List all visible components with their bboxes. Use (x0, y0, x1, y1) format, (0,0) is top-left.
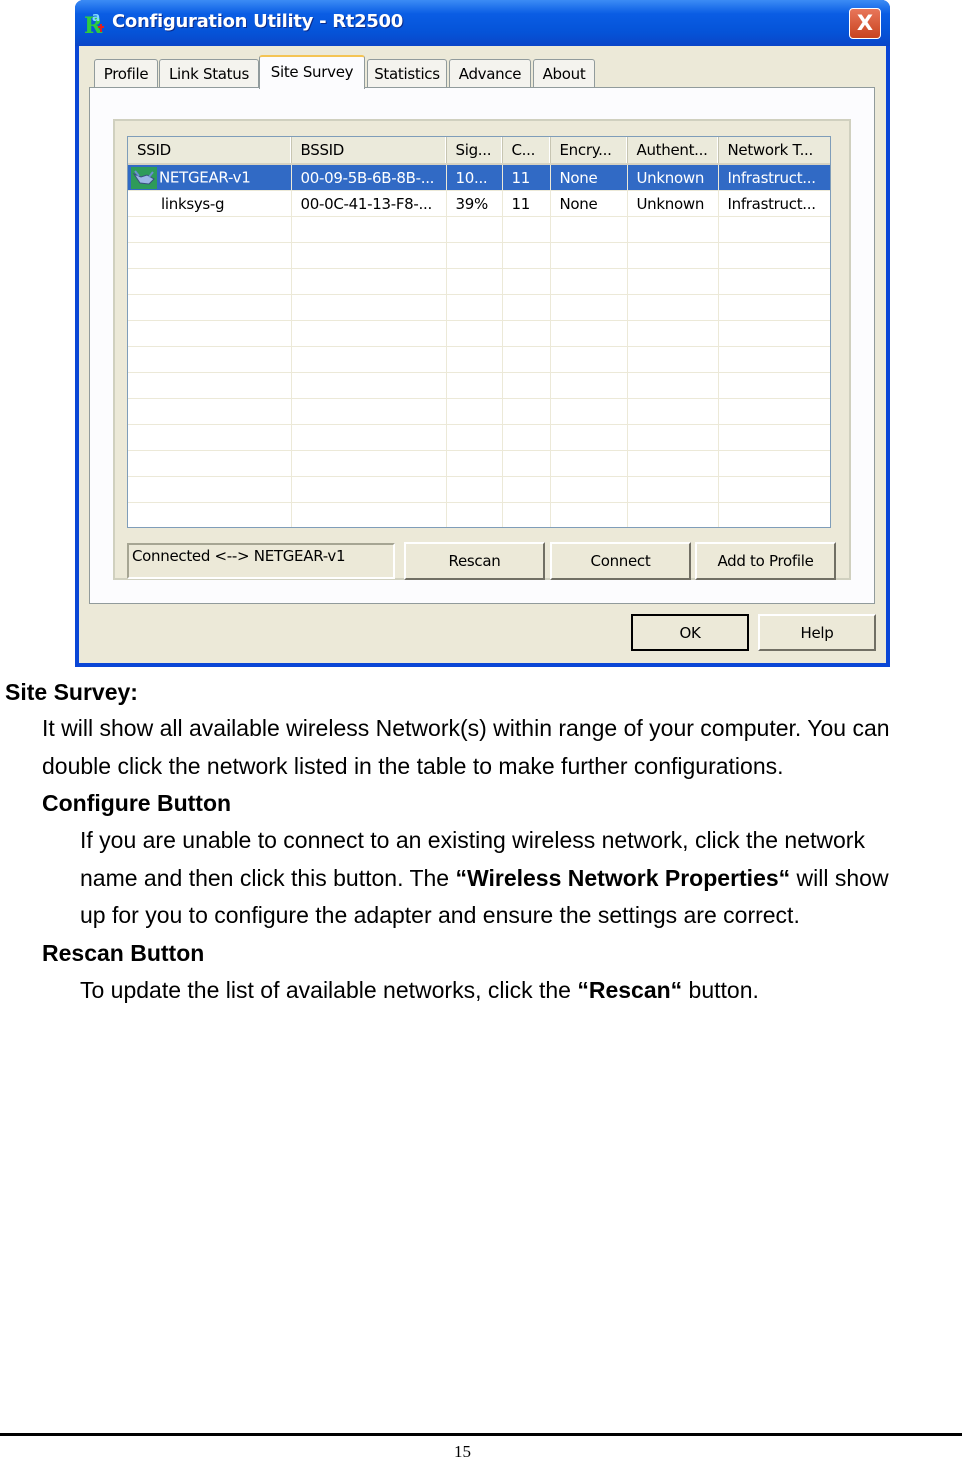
connection-status-field: Connected <--> NETGEAR-v1 (127, 543, 395, 579)
column-header-channel[interactable]: C... (502, 137, 551, 165)
handshake-icon (131, 166, 157, 189)
column-header-signal[interactable]: Sig... (446, 137, 503, 165)
help-button[interactable]: Help (758, 614, 876, 651)
empty-row (128, 320, 830, 347)
column-header-encryption[interactable]: Encry... (550, 137, 628, 165)
column-header-authentication[interactable]: Authent... (627, 137, 719, 165)
intro-line-2: double click the network listed in the t… (42, 753, 784, 779)
wireless-network-properties-emphasis: “Wireless Network Properties“ (455, 865, 791, 891)
tab-advance[interactable]: Advance (449, 59, 531, 87)
empty-row (128, 346, 830, 373)
page-number: 15 (454, 1442, 471, 1461)
cell-ssid: NETGEAR-v1 (128, 164, 292, 191)
empty-row (128, 502, 830, 527)
cell-channel: 11 (502, 164, 551, 191)
column-header-network-type[interactable]: Network T... (718, 137, 830, 165)
cell-authentication: Unknown (627, 164, 719, 191)
site-survey-group: SSID BSSID Sig... C... Encry... Authent.… (113, 119, 851, 580)
tab-statistics[interactable]: Statistics (367, 59, 447, 87)
column-header-bssid[interactable]: BSSID (291, 137, 447, 165)
tab-about[interactable]: About (533, 59, 595, 87)
cell-signal: 10... (446, 164, 503, 191)
rescan-emphasis: “Rescan“ (577, 977, 683, 1003)
ralink-app-icon: R a (84, 10, 104, 37)
configuration-utility-window: R a Configuration Utility - Rt2500 X Pro… (75, 0, 890, 667)
cell-bssid: 00-09-5B-6B-8B-... (291, 164, 447, 191)
intro-line-1: It will show all available wireless Netw… (42, 715, 890, 741)
tab-link-status[interactable]: Link Status (159, 59, 259, 87)
cell-ssid: linksys-g (128, 190, 292, 217)
column-header-ssid[interactable]: SSID (128, 137, 292, 165)
cell-signal: 39% (446, 190, 503, 217)
ok-button[interactable]: OK (631, 614, 749, 651)
network-table: SSID BSSID Sig... C... Encry... Authent.… (128, 137, 830, 527)
close-icon: X (856, 11, 874, 35)
configure-line-1: If you are unable to connect to an exist… (80, 827, 865, 853)
empty-row (128, 398, 830, 425)
empty-row (128, 294, 830, 321)
cell-bssid: 00-0C-41-13-F8-... (291, 190, 447, 217)
table-header-row: SSID BSSID Sig... C... Encry... Authent.… (128, 137, 830, 165)
empty-row (128, 450, 830, 477)
empty-row (128, 242, 830, 269)
close-button[interactable]: X (849, 8, 881, 39)
cell-encryption: None (550, 190, 628, 217)
connect-button[interactable]: Connect (550, 542, 691, 580)
rescan-line: To update the list of available networks… (80, 977, 759, 1003)
empty-row (128, 476, 830, 503)
section-heading: Site Survey: (5, 679, 138, 705)
cell-encryption: None (550, 164, 628, 191)
empty-row (128, 216, 830, 243)
add-to-profile-button[interactable]: Add to Profile (695, 542, 836, 580)
cell-authentication: Unknown (627, 190, 719, 217)
configure-button-heading: Configure Button (42, 790, 232, 816)
cell-network-type: Infrastruct... (718, 190, 830, 217)
configure-line-2: name and then click this button. The “Wi… (80, 865, 889, 891)
table-row[interactable]: NETGEAR-v1 00-09-5B-6B-8B-... 10... 11 N… (128, 164, 830, 191)
window-client-area: Profile Link Status Site Survey Statisti… (79, 46, 886, 663)
svg-text:a: a (92, 10, 100, 24)
network-list[interactable]: SSID BSSID Sig... C... Encry... Authent.… (127, 136, 831, 528)
site-survey-panel: SSID BSSID Sig... C... Encry... Authent.… (89, 87, 875, 604)
footer-divider (0, 1433, 962, 1436)
tab-site-survey[interactable]: Site Survey (259, 55, 365, 89)
window-title: Configuration Utility - Rt2500 (112, 11, 403, 32)
rescan-button-heading: Rescan Button (42, 940, 205, 966)
cell-channel: 11 (502, 190, 551, 217)
empty-row (128, 424, 830, 451)
table-row[interactable]: linksys-g 00-0C-41-13-F8-... 39% 11 None… (128, 190, 830, 217)
configure-line-3: up for you to configure the adapter and … (80, 902, 800, 928)
cell-network-type: Infrastruct... (718, 164, 830, 191)
title-bar[interactable]: R a Configuration Utility - Rt2500 X (75, 0, 890, 46)
empty-row (128, 372, 830, 399)
rescan-button[interactable]: Rescan (404, 542, 545, 580)
empty-row (128, 268, 830, 295)
tab-profile[interactable]: Profile (94, 59, 158, 87)
